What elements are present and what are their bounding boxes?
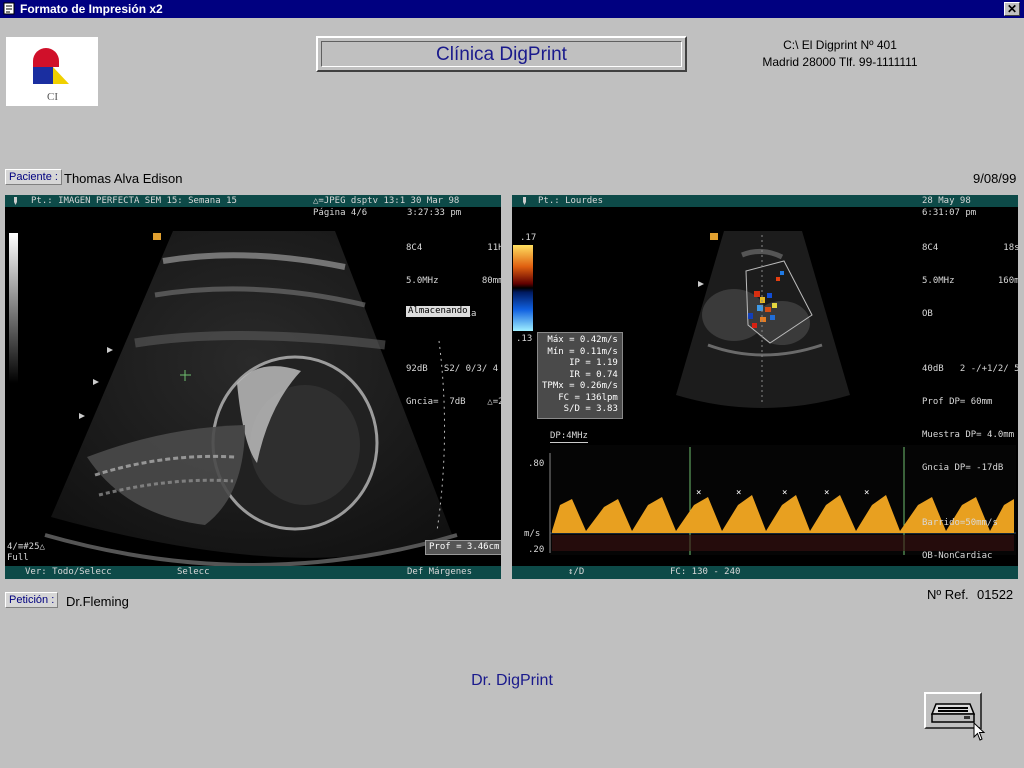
address-line-2: Madrid 28000 Tlf. 99-1111111	[762, 55, 918, 69]
address-line-1: C:\ El Digprint Nº 401	[783, 38, 897, 52]
patient-label: Paciente :	[5, 169, 62, 185]
printer-icon[interactable]	[926, 694, 980, 727]
patient-name: Thomas Alva Edison	[64, 171, 183, 186]
reference-number: 01522	[977, 587, 1014, 602]
right-param-line: Muestra DP= 4.0mm	[922, 430, 1015, 440]
storing-status: Almacenando	[406, 306, 470, 317]
mouse-cursor-icon	[973, 722, 986, 741]
right-param-line: Prof DP= 60mm	[922, 397, 993, 407]
app-icon	[3, 2, 15, 15]
left-param-line: 5.0MHz 80mm	[406, 276, 501, 286]
left-corner-info-1: 4/≡#25△	[7, 542, 45, 552]
measurement-line: S/D = 3.83	[563, 404, 618, 414]
measurement-line: IP = 1.19	[569, 358, 618, 368]
clinic-name-box: Clínica DigPrint	[316, 36, 687, 72]
window-title-bar: Formato de Impresión x2 ✕	[0, 0, 1024, 18]
right-image-footer	[512, 566, 1018, 579]
svg-text:×: ×	[782, 488, 787, 498]
right-param-line: 40dB 2 -/+1/2/ 5	[922, 364, 1018, 374]
right-footer-mode: ↕/D	[568, 567, 585, 577]
right-param-line: Barrido=50mm/s	[922, 518, 998, 528]
right-param-line: OB-NonCardiac	[922, 551, 993, 561]
right-param-line: 8C4 18seg	[922, 243, 1018, 253]
doppler-measurements: Máx = 0.42m/s Mín = 0.11m/s IP = 1.19 IR…	[537, 332, 623, 419]
right-scan-params: 8C4 18seg 5.0MHz 160mm OB 40dB 2 -/+1/2/…	[922, 221, 1018, 579]
ultrasound-image-right: Pt.: Lourdes 28 May 98 6:31:07 pm .17 .1…	[512, 195, 1018, 579]
left-param-line: 92dB S2/ 0/3/ 4	[406, 364, 499, 374]
report-date: 9/08/99	[973, 171, 1017, 186]
svg-text:×: ×	[736, 488, 741, 498]
depth-measurement: Prof = 3.46cm	[425, 540, 501, 555]
ultrasound-image-left: Pt.: IMAGEN PERFECTA SEM 15: Semana 15 △…	[5, 195, 501, 579]
clinic-name: Clínica DigPrint	[436, 44, 567, 65]
measurement-line: Mín = 0.11m/s	[547, 346, 618, 357]
measurement-line: IR = 0.74	[569, 369, 618, 380]
measurement-line: FC = 136lpm	[558, 392, 618, 403]
left-footer-margins: Def Márgenes	[407, 567, 473, 577]
right-param-line: Gncia DP= -17dB	[922, 463, 1004, 473]
close-icon[interactable]: ✕	[1007, 2, 1017, 16]
left-param-line: 8C4 11Hz	[406, 243, 501, 253]
velocity-axis-top: .80	[528, 459, 545, 469]
signing-doctor: Dr. DigPrint	[471, 672, 553, 689]
measurement-line: TPMx = 0.26m/s	[542, 381, 618, 391]
left-scan-params: 8C4 11Hz 5.0MHz 80mm 1 Obstetricia 92dB …	[406, 221, 501, 430]
requesting-doctor: Dr.Fleming	[66, 594, 129, 609]
measurement-line: Máx = 0.42m/s	[547, 335, 618, 345]
velocity-axis-unit: m/s	[524, 529, 541, 539]
left-corner-info-2: Full	[7, 553, 29, 563]
left-param-line: Gncia= 7dB △=2	[406, 397, 501, 407]
reference-label: Nº Ref.	[927, 587, 969, 602]
right-param-line: 5.0MHz 160mm	[922, 276, 1018, 286]
velocity-axis-bottom: .20	[528, 545, 545, 555]
window-title: Formato de Impresión x2	[20, 2, 163, 16]
svg-text:×: ×	[824, 488, 829, 498]
doppler-frequency-label: DP:4MHz	[550, 431, 588, 443]
clinic-address: C:\ El Digprint Nº 401 Madrid 28000 Tlf.…	[720, 37, 960, 71]
right-param-line: OB	[922, 309, 933, 319]
logo-text: CI	[47, 91, 58, 103]
svg-text:×: ×	[696, 488, 701, 498]
right-footer-fc-range: FC: 130 - 240	[670, 567, 741, 577]
request-label: Petición :	[5, 592, 59, 608]
left-footer-view: Ver: Todo/Selecc	[25, 567, 112, 577]
close-button[interactable]: ✕	[1004, 2, 1020, 16]
left-footer-select: Selecc	[177, 567, 210, 577]
clinic-logo: CI	[6, 37, 98, 106]
svg-text:×: ×	[864, 488, 869, 498]
